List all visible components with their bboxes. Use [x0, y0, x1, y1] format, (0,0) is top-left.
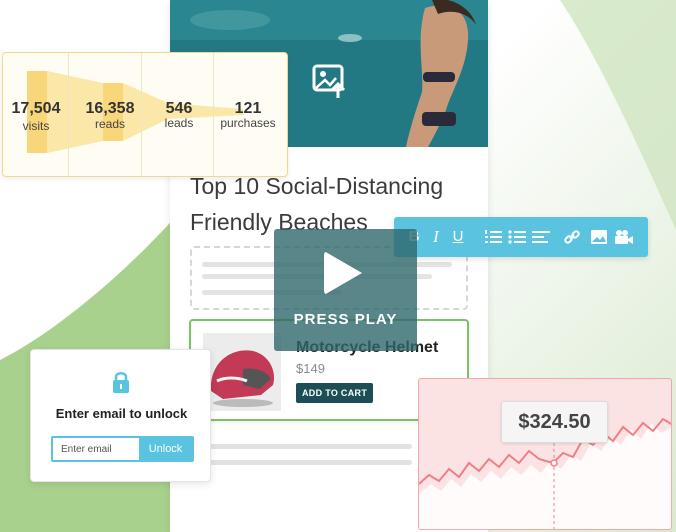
email-input[interactable]	[53, 438, 143, 460]
funnel-label-purchases: purchases	[220, 116, 276, 130]
formatting-toolbar: B I U	[394, 217, 648, 257]
press-play-button[interactable]: PRESS PLAY	[274, 229, 417, 351]
funnel-label-reads: reads	[94, 117, 126, 131]
link-icon[interactable]	[564, 229, 580, 245]
unlock-title: Enter email to unlock	[55, 406, 188, 421]
image-upload-icon[interactable]	[310, 60, 350, 100]
bullet-list-icon[interactable]	[508, 229, 526, 245]
price-tooltip: $324.50	[501, 401, 608, 443]
lock-icon	[113, 372, 129, 393]
funnel-value-visits: 17,504	[11, 100, 61, 117]
video-icon[interactable]	[614, 229, 634, 245]
helmet-image	[203, 333, 281, 411]
text-line	[206, 444, 412, 449]
add-to-cart-button[interactable]: ADD TO CART	[296, 383, 374, 403]
price-chart-card: $324.50	[418, 378, 672, 530]
funnel-label-visits: visits	[22, 119, 50, 133]
text-line	[206, 460, 412, 465]
play-icon	[324, 251, 362, 295]
ordered-list-icon[interactable]	[484, 229, 502, 245]
align-left-icon[interactable]	[532, 229, 550, 245]
product-price: $149	[296, 361, 325, 376]
unlock-card: Enter email to unlock Unlock	[30, 349, 211, 482]
helmet-icon	[203, 333, 281, 411]
funnel-label-leads: leads	[164, 116, 194, 130]
italic-icon[interactable]: I	[426, 217, 446, 257]
unlock-form: Unlock	[51, 436, 194, 462]
unlock-button[interactable]: Unlock	[139, 438, 192, 460]
funnel-card: 17,504 visits 16,358 reads 546 leads 121…	[2, 52, 288, 177]
image-icon[interactable]	[590, 229, 608, 245]
press-play-label: PRESS PLAY	[293, 311, 398, 328]
funnel-value-reads: 16,358	[85, 100, 135, 117]
underline-icon[interactable]: U	[448, 217, 468, 257]
